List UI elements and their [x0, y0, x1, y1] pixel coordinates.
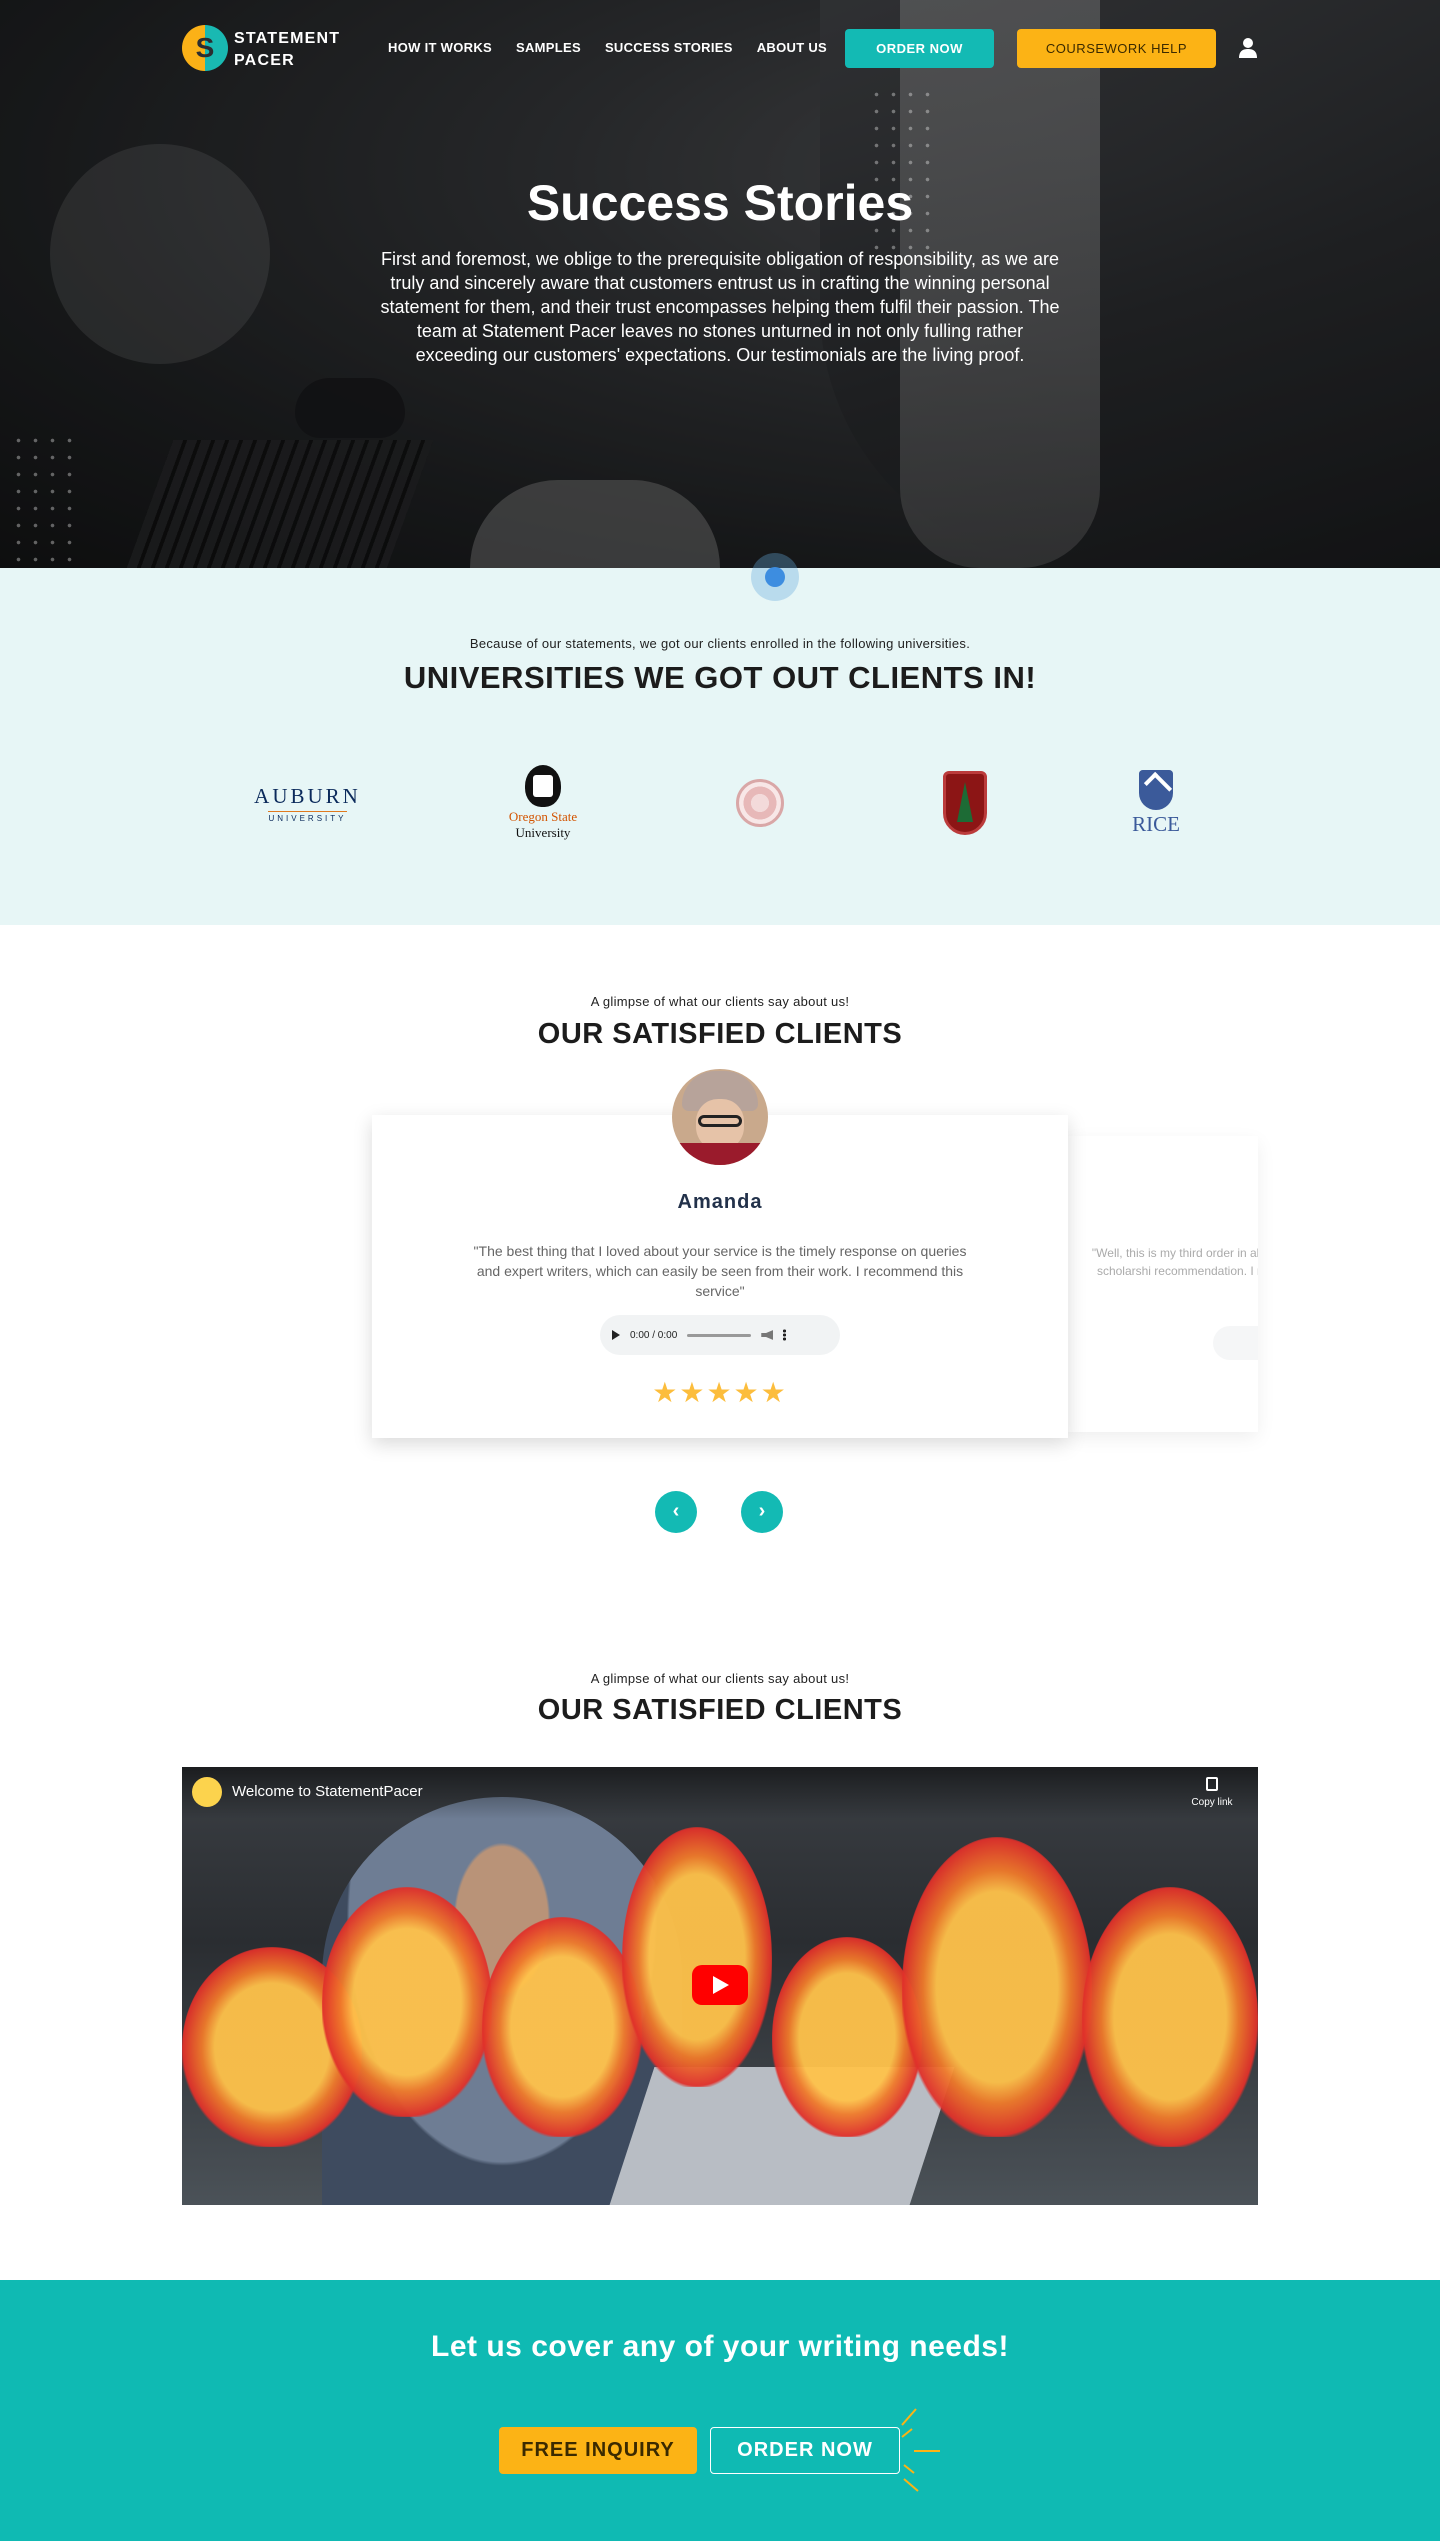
testimonial-card-next: "Well, this is my third order in along w… — [1068, 1136, 1258, 1432]
logo-line1: STATEMENT — [234, 30, 341, 47]
audio-player[interactable]: 0:00 / 0:00 — [600, 1315, 840, 1355]
universities-section: Because of our statements, we got our cl… — [0, 568, 1440, 925]
flame-graphic — [622, 1827, 772, 2087]
carousel-next-button[interactable]: › — [741, 1491, 783, 1533]
auburn-wordmark: AUBURN — [254, 783, 361, 808]
oregon-wordmark: Oregon State — [508, 809, 578, 824]
scroll-indicator[interactable] — [751, 553, 799, 601]
flame-graphic — [1082, 1887, 1258, 2147]
star-rating: ★★★★★ — [652, 1377, 788, 1408]
flame-graphic — [902, 1837, 1092, 2137]
decor-dots — [10, 432, 80, 568]
flame-graphic — [482, 1917, 642, 2137]
copy-icon — [1206, 1777, 1218, 1791]
nav-about-us[interactable]: ABOUT US — [757, 40, 827, 55]
free-inquiry-button[interactable]: FREE INQUIRY — [499, 2427, 697, 2474]
play-icon[interactable] — [612, 1330, 620, 1340]
flame-graphic — [772, 1937, 922, 2137]
page-title: Success Stories — [526, 175, 914, 231]
user-icon[interactable] — [1238, 37, 1258, 59]
video-title[interactable]: Welcome to StatementPacer — [232, 1783, 423, 1800]
nav-how-it-works[interactable]: HOW IT WORKS — [388, 40, 492, 55]
stanford-tree-icon — [943, 771, 987, 835]
copy-link-button[interactable]: Copy link — [1182, 1777, 1242, 1808]
rice-wordmark: RICE — [1132, 811, 1180, 836]
hero-description: First and foremost, we oblige to the pre… — [380, 249, 1060, 365]
universities-title: UNIVERSITIES WE GOT OUT CLIENTS IN! — [403, 660, 1037, 695]
oregon-subtitle: University — [515, 825, 571, 840]
top-nav: STATEMENT PACER HOW IT WORKS SAMPLES SUC… — [0, 0, 1440, 98]
logo-icon — [182, 25, 228, 71]
cornell-seal-icon — [736, 779, 784, 827]
hero-section: STATEMENT PACER HOW IT WORKS SAMPLES SUC… — [0, 0, 1440, 568]
testimonials-kicker: A glimpse of what our clients say about … — [590, 994, 850, 1009]
sparkle-decor-icon — [901, 2408, 940, 2492]
video-title-heading: OUR SATISFIED CLIENTS — [537, 1694, 903, 1726]
auburn-logo: AUBURN UNIVERSITY — [250, 758, 365, 848]
cornell-seal-logo — [730, 758, 790, 848]
volume-icon[interactable] — [761, 1330, 774, 1340]
client-name: Amanda — [677, 1191, 763, 1213]
logo-text: STATEMENT PACER — [234, 28, 354, 72]
audio-time: 0:00 / 0:00 — [630, 1329, 678, 1341]
more-options-icon[interactable] — [783, 1329, 787, 1341]
nav-success-stories[interactable]: SUCCESS STORIES — [605, 40, 733, 55]
channel-avatar[interactable] — [192, 1777, 222, 1807]
rice-shield-icon — [1139, 769, 1173, 810]
flame-graphic — [322, 1887, 492, 2117]
universities-kicker: Because of our statements, we got our cl… — [469, 636, 971, 651]
video-player[interactable]: Welcome to StatementPacer Copy link — [182, 1767, 1258, 2205]
testimonial-quote: "The best thing that I loved about your … — [473, 1243, 967, 1299]
auburn-subtitle: UNIVERSITY — [268, 810, 347, 823]
video-kicker: A glimpse of what our clients say about … — [590, 1671, 850, 1686]
youtube-play-icon[interactable] — [692, 1965, 748, 2005]
copy-link-label: Copy link — [1191, 1797, 1233, 1808]
testimonial-next-quote: "Well, this is my third order in along w… — [1091, 1246, 1258, 1278]
audio-player-next[interactable] — [1213, 1326, 1258, 1360]
cta-title: Let us cover any of your writing needs! — [431, 2330, 1009, 2363]
oregon-seal-icon — [525, 765, 561, 807]
client-avatar — [672, 1069, 768, 1165]
coursework-help-button[interactable]: COURSEWORK HELP — [1017, 29, 1216, 68]
nav-links: HOW IT WORKS SAMPLES SUCCESS STORIES ABO… — [388, 40, 827, 55]
logo-line2: PACER — [234, 52, 295, 69]
rice-logo: RICE — [1126, 758, 1186, 848]
carousel-prev-button[interactable]: ‹ — [655, 1491, 697, 1533]
logo[interactable]: STATEMENT PACER — [182, 25, 352, 73]
cta-section: Let us cover any of your writing needs! … — [0, 2280, 1440, 2541]
stanford-logo — [935, 758, 995, 848]
order-now-button[interactable]: ORDER NOW — [845, 29, 994, 68]
nav-samples[interactable]: SAMPLES — [516, 40, 581, 55]
oregon-state-logo: Oregon State University — [498, 758, 588, 848]
testimonials-title: OUR SATISFIED CLIENTS — [537, 1018, 903, 1050]
cta-order-now-button[interactable]: ORDER NOW — [710, 2427, 900, 2474]
audio-progress-bar[interactable] — [687, 1333, 752, 1337]
